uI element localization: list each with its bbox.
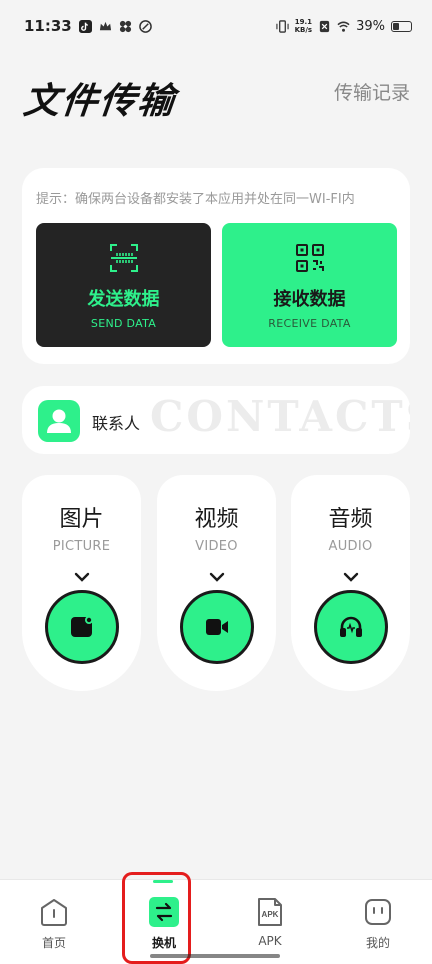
status-left: 11:33 [24, 17, 152, 35]
image-icon [70, 616, 93, 637]
nav-item-mine[interactable]: 我的 [338, 880, 418, 960]
battery-percent: 39% [356, 18, 385, 34]
net-speed-value: 19.1 [294, 18, 312, 26]
picture-card[interactable]: 图片 PICTURE [22, 475, 141, 691]
contacts-label: 联系人 [92, 414, 141, 433]
tiktok-icon [78, 19, 92, 33]
nav-label-apk: APK [258, 934, 282, 948]
page-title: 文件传输 [21, 81, 178, 122]
picture-subtitle: PICTURE [52, 539, 111, 554]
tip-text: 提示：确保两台设备都安装了本应用并处在同一WI-FI内 [36, 192, 355, 207]
net-speed: 19.1 KB/s [295, 18, 312, 34]
send-label-en: SEND DATA [90, 317, 157, 330]
flower-icon [119, 20, 131, 32]
video-card[interactable]: 视频 VIDEO [157, 475, 276, 691]
chevron-down-icon [343, 572, 358, 582]
qr-code-icon [295, 244, 324, 272]
transfer-history-link[interactable]: 传输记录 [334, 78, 410, 105]
nav-label-home: 首页 [41, 936, 66, 950]
audio-title: 音频 [328, 507, 373, 532]
chevron-down-icon [74, 572, 89, 582]
video-title: 视频 [194, 507, 239, 532]
video-subtitle: VIDEO [195, 539, 238, 554]
home-indicator [150, 954, 280, 958]
crown-icon [99, 21, 111, 30]
contacts-watermark: CONTACTS [150, 392, 410, 441]
link-icon [138, 19, 152, 33]
receive-label-cn: 接收数据 [273, 289, 346, 310]
audio-subtitle: AUDIO [328, 539, 373, 554]
scan-icon [109, 244, 138, 272]
status-right: 19.1 KB/s 39% [275, 18, 412, 34]
contacts-card[interactable]: CONTACTS 联系人 [22, 386, 410, 454]
battery-fill [393, 22, 399, 30]
vibrate-icon [275, 19, 289, 33]
highlight-box [122, 872, 191, 964]
headphones-icon [339, 616, 362, 637]
audio-card[interactable]: 音频 AUDIO [291, 475, 410, 691]
bottom-nav: 首页 换机 APK APK 我的 [0, 879, 432, 964]
home-icon [41, 899, 67, 926]
picture-title: 图片 [59, 507, 104, 532]
status-bar: 11:33 19.1 KB/s 39% [0, 0, 432, 52]
net-speed-unit: KB/s [294, 26, 313, 34]
audio-button[interactable] [313, 590, 388, 664]
apk-icon: APK [258, 898, 282, 926]
status-time: 11:33 [24, 17, 72, 35]
picture-button[interactable] [44, 590, 119, 664]
video-camera-icon [205, 619, 228, 635]
person-icon [38, 400, 80, 442]
nav-item-apk[interactable]: APK APK [230, 880, 310, 960]
chevron-down-icon [209, 572, 224, 582]
nav-label-mine: 我的 [365, 936, 390, 950]
face-icon [365, 899, 391, 925]
battery-icon [391, 20, 412, 32]
send-data-button[interactable]: 发送数据 SEND DATA [36, 223, 211, 347]
receive-data-button[interactable]: 接收数据 RECEIVE DATA [222, 223, 397, 347]
receive-label-en: RECEIVE DATA [268, 317, 351, 330]
sim-off-icon [319, 20, 330, 32]
video-button[interactable] [179, 590, 254, 664]
apk-icon-text: APK [262, 910, 279, 919]
wifi-icon [337, 21, 350, 32]
transfer-card: 提示：确保两台设备都安装了本应用并处在同一WI-FI内 发送数据 SEND DA… [22, 168, 410, 364]
send-label-cn: 发送数据 [87, 289, 160, 310]
nav-item-home[interactable]: 首页 [14, 880, 94, 960]
